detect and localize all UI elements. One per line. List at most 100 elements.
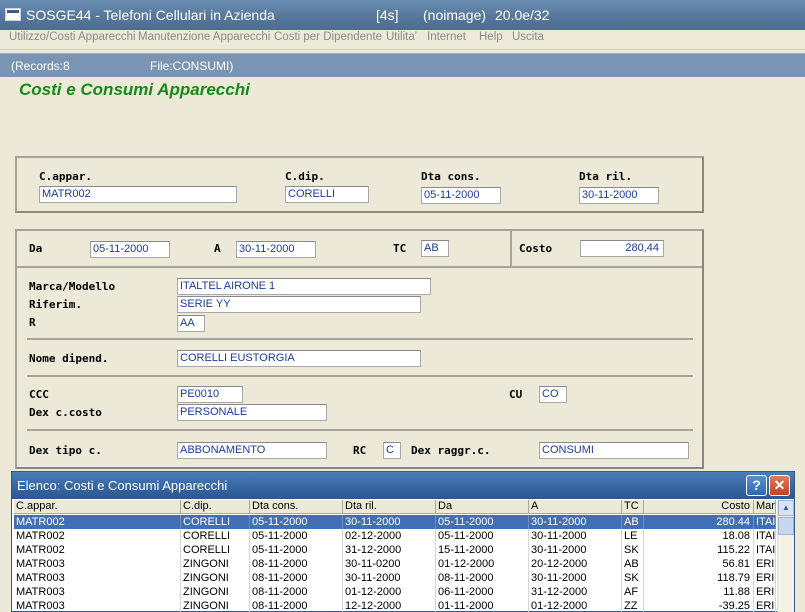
table-cell: 12-12-2000 <box>343 599 436 612</box>
dexraggr-field[interactable]: CONSUMI <box>539 442 689 459</box>
table-cell: 08-11-2000 <box>250 599 343 612</box>
table-row[interactable]: MATR003 ZINGONI 08-11-2000 30-11-2000 08-11-… <box>14 571 776 585</box>
help-icon: ? <box>752 477 761 493</box>
table-cell: MATR003 <box>14 599 181 612</box>
dexcc-field[interactable]: PERSONALE <box>177 404 327 421</box>
menu-costi-dipendente[interactable]: Costi per Dipendente <box>274 31 382 43</box>
list-scrollbar[interactable]: ▲ <box>777 500 794 612</box>
col-header-mar[interactable]: Mar <box>754 500 776 514</box>
table-cell: 01-12-2000 <box>436 557 529 571</box>
table-cell: ZINGONI <box>181 599 250 612</box>
table-cell: 05-11-2000 <box>250 529 343 543</box>
help-button[interactable]: ? <box>746 475 767 496</box>
riferim-field[interactable]: SERIE YY <box>177 296 421 313</box>
table-cell: ITAI <box>756 529 776 543</box>
rc-field[interactable]: C <box>383 442 401 459</box>
list-dialog-title-bar[interactable]: Elenco: Costi e Consumi Apparecchi ? ✕ <box>12 472 794 499</box>
costo-field[interactable]: 280,44 <box>580 240 664 257</box>
grid-header: C.appar. C.dip. Dta cons. Dta ril. Da A … <box>14 500 776 514</box>
table-cell: AB <box>622 515 644 529</box>
table-cell: ZZ <box>622 599 644 612</box>
table-cell: 02-12-2000 <box>343 529 436 543</box>
divider <box>17 266 702 268</box>
table-cell: ZINGONI <box>181 585 250 599</box>
table-cell: 30-11-2000 <box>529 571 622 585</box>
table-cell: MATR002 <box>14 529 181 543</box>
table-cell: 08-11-2000 <box>436 571 529 585</box>
table-cell: 30-11-2000 <box>529 543 622 557</box>
table-cell: 118.79 <box>644 571 754 585</box>
col-header-cdip[interactable]: C.dip. <box>181 500 250 514</box>
table-cell: 30-11-2000 <box>529 515 622 529</box>
col-header-a[interactable]: A <box>529 500 622 514</box>
window-image-flag: (noimage) <box>423 7 487 23</box>
dtaril-field[interactable]: 30-11-2000 <box>579 187 659 204</box>
divider <box>27 429 693 431</box>
cappar-field[interactable]: MATR002 <box>39 186 237 203</box>
da-field[interactable]: 05-11-2000 <box>90 241 170 258</box>
table-cell: ITAI <box>756 543 776 557</box>
menu-uscita[interactable]: Uscita <box>512 31 544 43</box>
menu-manutenzione[interactable]: Manutenzione Apparecchi <box>138 31 270 43</box>
table-cell: 30-11-0200 <box>343 557 436 571</box>
table-cell: 30-11-2000 <box>343 515 436 529</box>
ccc-field[interactable]: PE0010 <box>177 386 243 403</box>
table-cell: 31-12-2000 <box>343 543 436 557</box>
table-cell: 05-11-2000 <box>250 515 343 529</box>
close-button[interactable]: ✕ <box>769 475 790 496</box>
menu-help[interactable]: Help <box>479 31 503 43</box>
table-row[interactable]: MATR003 ZINGONI 08-11-2000 12-12-2000 01-11-… <box>14 599 776 612</box>
col-header-costo[interactable]: Costo <box>644 500 754 514</box>
table-cell: LE <box>622 529 644 543</box>
app-window-icon[interactable] <box>5 8 21 21</box>
marca-field[interactable]: ITALTEL AIRONE 1 <box>177 278 431 295</box>
tc-field[interactable]: AB <box>421 240 449 257</box>
table-row[interactable]: MATR003 ZINGONI 08-11-2000 01-12-2000 06-11-… <box>14 585 776 599</box>
list-dialog-title: Elenco: Costi e Consumi Apparecchi <box>17 478 228 493</box>
col-header-dtacons[interactable]: Dta cons. <box>250 500 343 514</box>
key-fields-frame <box>15 156 704 213</box>
form-title: Costi e Consumi Apparecchi <box>19 80 250 99</box>
table-row[interactable]: MATR002 CORELLI 05-11-2000 30-11-2000 05-11-… <box>14 515 776 529</box>
menu-utilizzo-costi[interactable]: Utilizzo/Costi Apparecchi <box>9 31 136 43</box>
dexcc-label: Dex c.costo <box>29 406 102 419</box>
dexraggr-label: Dex raggr.c. <box>411 444 491 457</box>
table-row[interactable]: MATR003 ZINGONI 08-11-2000 30-11-0200 01-12-… <box>14 557 776 571</box>
scroll-up-button[interactable]: ▲ <box>778 500 794 516</box>
a-field[interactable]: 30-11-2000 <box>236 241 316 258</box>
menu-internet[interactable]: Internet <box>427 31 466 43</box>
window-title-bar[interactable]: SOSGE44 - Telefoni Cellulari in Azienda … <box>0 0 805 30</box>
menu-bar: Utilizzo/Costi Apparecchi Manutenzione A… <box>0 30 805 50</box>
table-cell: CORELLI <box>181 515 250 529</box>
col-header-dtaril[interactable]: Dta ril. <box>343 500 436 514</box>
cdip-field[interactable]: CORELLI <box>285 186 369 203</box>
col-header-da[interactable]: Da <box>436 500 529 514</box>
table-cell: ZINGONI <box>181 571 250 585</box>
table-cell: CORELLI <box>181 543 250 557</box>
table-cell: MATR003 <box>14 571 181 585</box>
cdip-label: C.dip. <box>285 170 325 183</box>
cappar-label: C.appar. <box>39 170 92 183</box>
r-field[interactable]: AA <box>177 315 205 332</box>
dextipo-field[interactable]: ABBONAMENTO <box>177 442 327 459</box>
table-cell: 01-11-2000 <box>436 599 529 612</box>
table-cell: CORELLI <box>181 529 250 543</box>
table-cell: 30-11-2000 <box>343 571 436 585</box>
riferim-label: Riferim. <box>29 298 82 311</box>
table-row[interactable]: MATR002 CORELLI 05-11-2000 31-12-2000 15-11-… <box>14 543 776 557</box>
table-row[interactable]: MATR002 CORELLI 05-11-2000 02-12-2000 05-11-… <box>14 529 776 543</box>
dtacons-field[interactable]: 05-11-2000 <box>421 187 501 204</box>
table-cell: 08-11-2000 <box>250 557 343 571</box>
window-title: SOSGE44 - Telefoni Cellulari in Azienda <box>26 7 275 23</box>
table-cell: 18.08 <box>644 529 754 543</box>
nome-field[interactable]: CORELLI EUSTORGIA <box>177 350 421 367</box>
table-cell: 06-11-2000 <box>436 585 529 599</box>
col-header-cappar[interactable]: C.appar. <box>14 500 181 514</box>
nome-label: Nome dipend. <box>29 352 109 365</box>
menu-utilita[interactable]: Utilita' <box>386 31 417 43</box>
cu-field[interactable]: CO <box>539 386 567 403</box>
table-cell: ERI <box>756 571 776 585</box>
col-header-tc[interactable]: TC <box>622 500 644 514</box>
scroll-thumb[interactable] <box>778 517 794 535</box>
table-cell: 31-12-2000 <box>529 585 622 599</box>
